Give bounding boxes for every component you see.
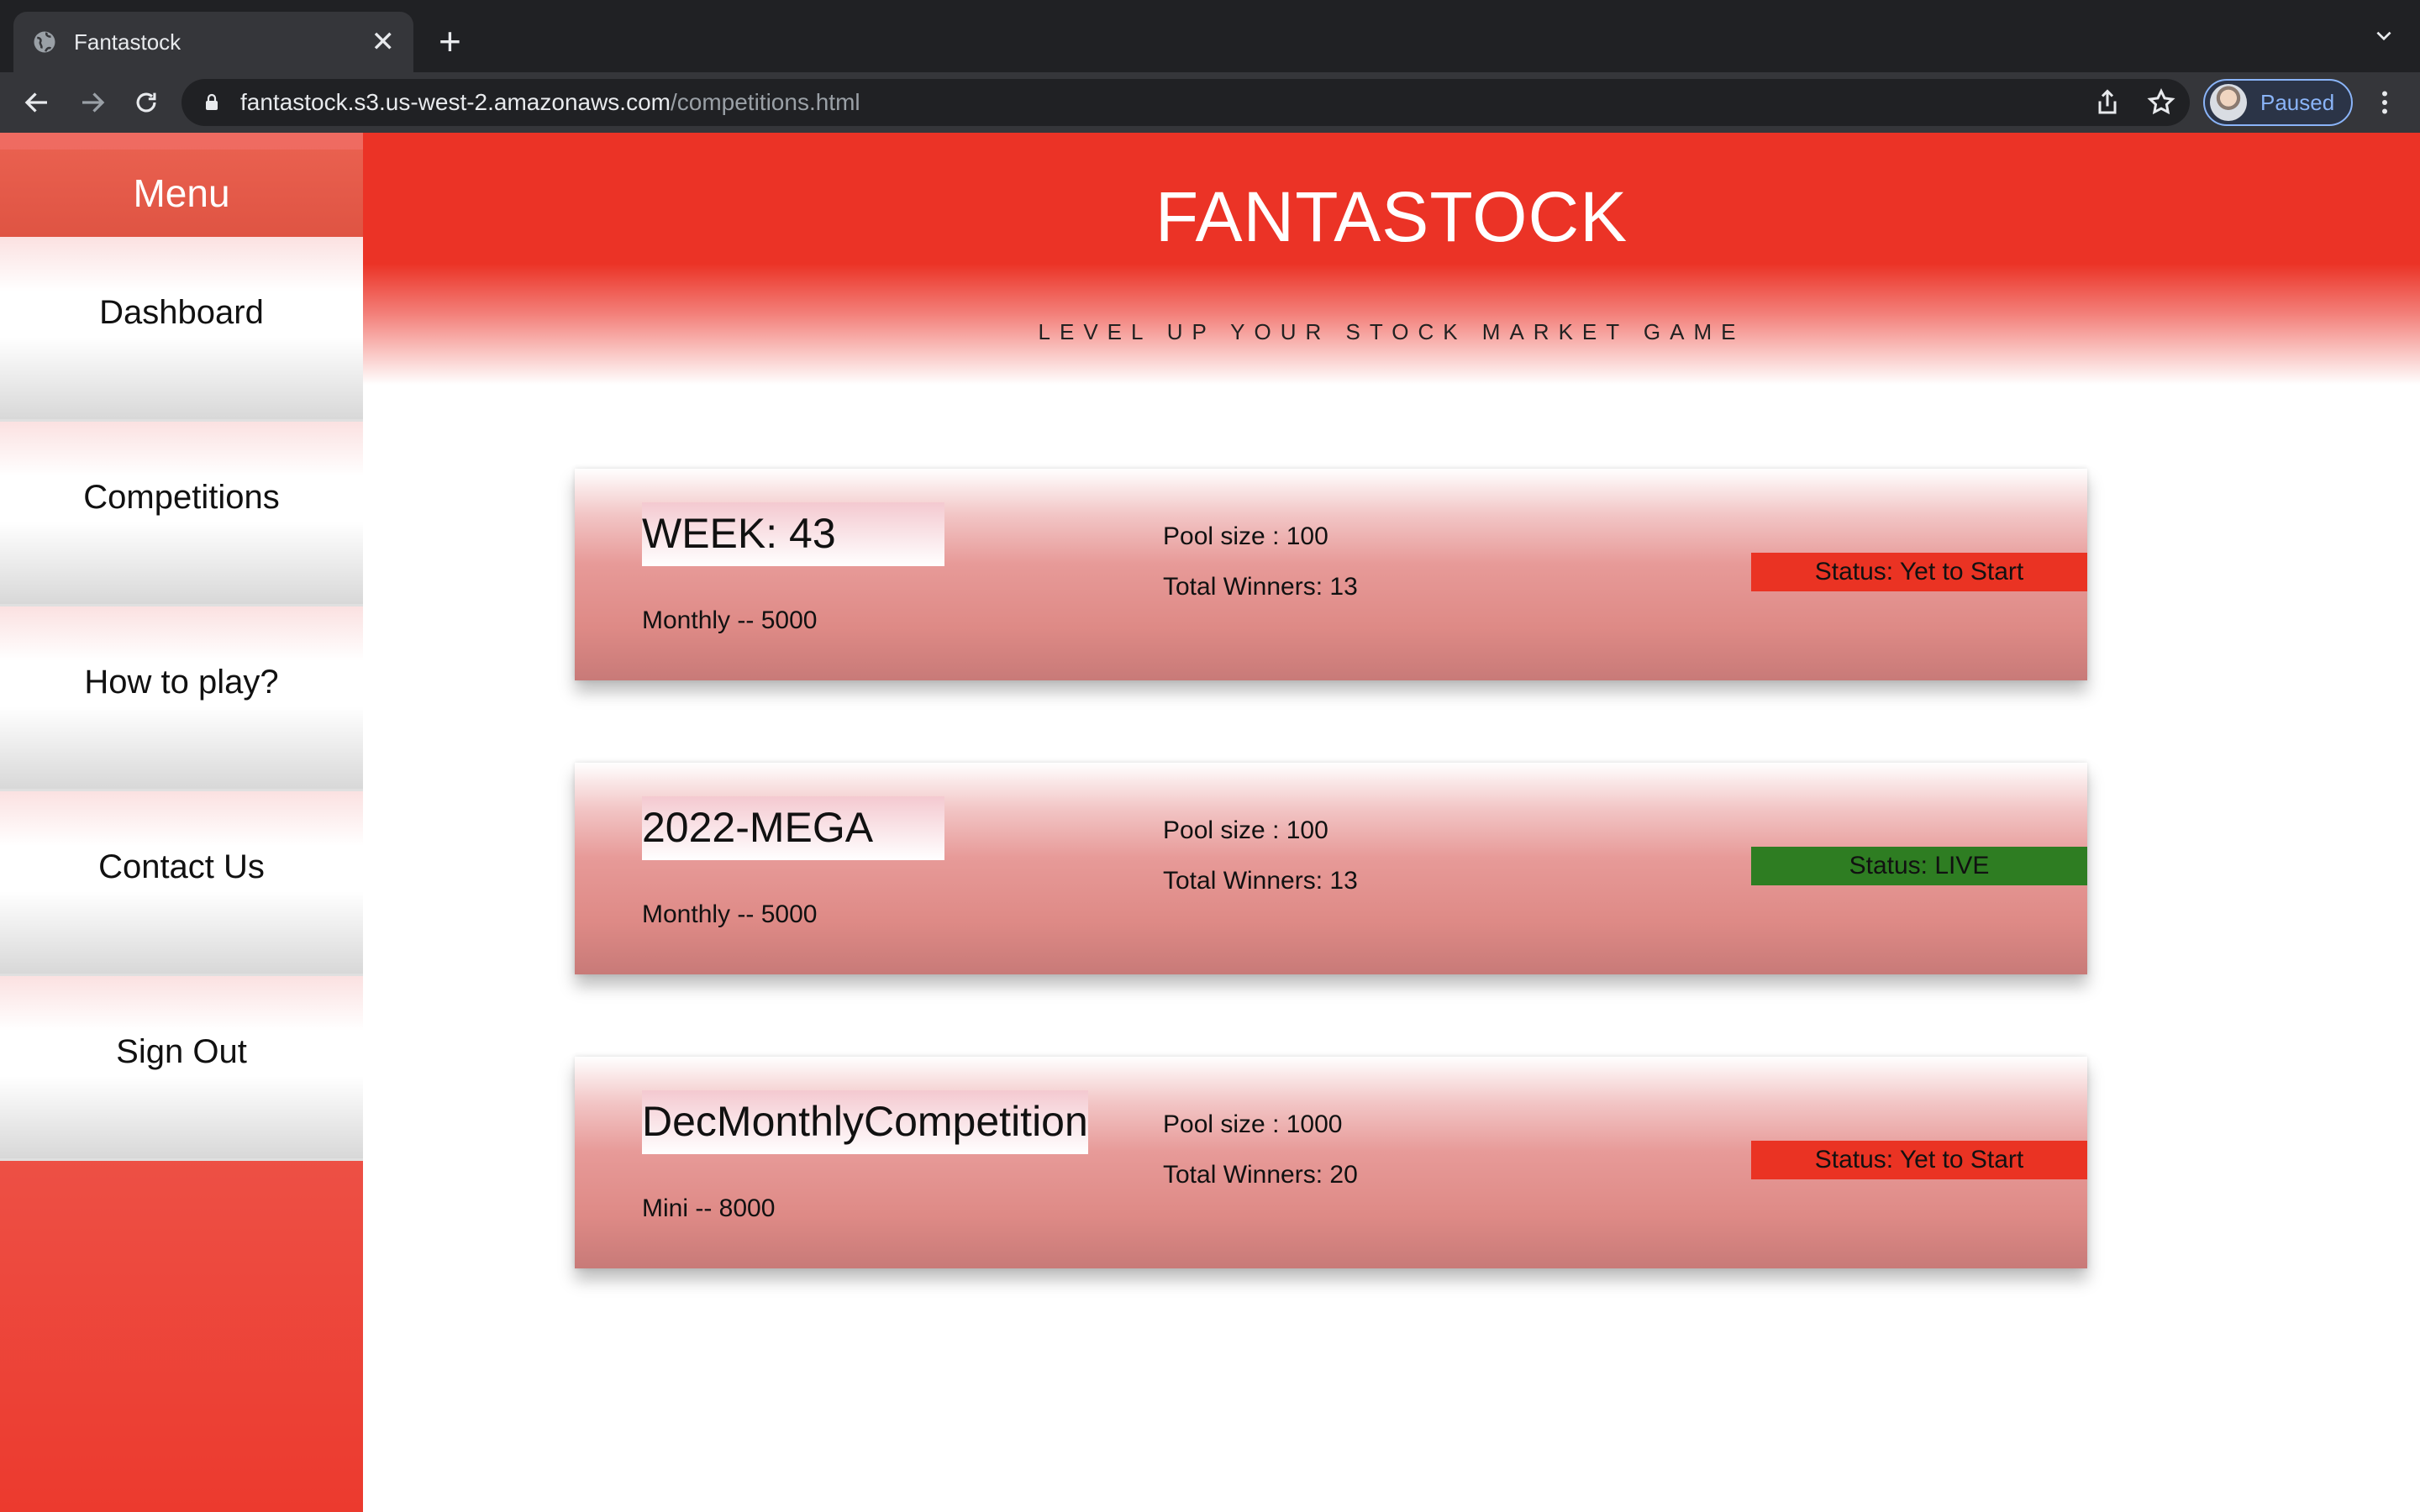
sidebar: Menu Dashboard Competitions How to play?… (0, 133, 363, 1512)
more-options-icon[interactable] (2370, 87, 2400, 118)
browser-toolbar: fantastock.s3.us-west-2.amazonaws.com/co… (0, 72, 2420, 133)
sidebar-item-contact-us[interactable]: Contact Us (0, 791, 363, 976)
sidebar-item-how-to-play[interactable]: How to play? (0, 606, 363, 791)
forward-icon[interactable] (76, 86, 109, 119)
globe-icon (34, 31, 55, 53)
sidebar-item-competitions[interactable]: Competitions (0, 422, 363, 606)
competition-card[interactable]: DecMonthlyCompetition Mini -- 8000 Pool … (575, 1057, 2087, 1268)
pool-size: Pool size : 100 (1163, 522, 1328, 550)
new-tab-icon[interactable]: + (439, 22, 461, 60)
chevron-down-icon[interactable] (2373, 25, 2395, 47)
sidebar-item-sign-out[interactable]: Sign Out (0, 976, 363, 1161)
pool-size: Pool size : 1000 (1163, 1110, 1343, 1138)
pool-size: Pool size : 100 (1163, 816, 1328, 844)
star-icon[interactable] (2146, 87, 2176, 118)
competition-type: Mini -- 8000 (642, 1194, 776, 1222)
page-title: FANTASTOCK (1155, 177, 1628, 256)
profile-button[interactable]: Paused (2203, 79, 2353, 126)
url-path: /competitions.html (670, 89, 860, 115)
sidebar-item-dashboard[interactable]: Dashboard (0, 237, 363, 422)
status-badge: Status: Yet to Start (1751, 553, 2087, 591)
competition-name: WEEK: 43 (642, 502, 944, 566)
tab-title: Fantastock (74, 29, 182, 55)
browser-tab-strip: Fantastock ✕ + (0, 0, 2420, 72)
total-winners: Total Winners: 13 (1163, 867, 1358, 895)
profile-status: Paused (2260, 89, 2335, 115)
total-winners: Total Winners: 20 (1163, 1161, 1358, 1189)
competition-type: Monthly -- 5000 (642, 900, 818, 928)
competition-type: Monthly -- 5000 (642, 606, 818, 634)
status-badge: Status: LIVE (1751, 847, 2087, 885)
url-host: fantastock.s3.us-west-2.amazonaws.com (240, 89, 671, 115)
tagline: LEVEL UP YOUR STOCK MARKET GAME (1038, 319, 1745, 344)
share-icon[interactable] (2092, 87, 2123, 118)
page-header: FANTASTOCK LEVEL UP YOUR STOCK MARKET GA… (363, 133, 2420, 385)
total-winners: Total Winners: 13 (1163, 573, 1358, 601)
back-icon[interactable] (20, 86, 54, 119)
address-bar[interactable]: fantastock.s3.us-west-2.amazonaws.com/co… (182, 79, 2190, 126)
menu-title: Menu (0, 150, 363, 237)
competition-card[interactable]: WEEK: 43 Monthly -- 5000 Pool size : 100… (575, 469, 2087, 680)
avatar (2210, 84, 2247, 121)
close-tab-icon[interactable]: ✕ (371, 28, 396, 56)
competition-name: 2022-MEGA (642, 796, 944, 860)
status-badge: Status: Yet to Start (1751, 1141, 2087, 1179)
page-content: Menu Dashboard Competitions How to play?… (0, 133, 2420, 1512)
browser-tab[interactable]: Fantastock ✕ (13, 12, 413, 72)
competition-card[interactable]: 2022-MEGA Monthly -- 5000 Pool size : 10… (575, 763, 2087, 974)
reload-icon[interactable] (129, 86, 163, 119)
competition-name: DecMonthlyCompetition (642, 1090, 1088, 1154)
lock-icon[interactable] (202, 92, 222, 113)
